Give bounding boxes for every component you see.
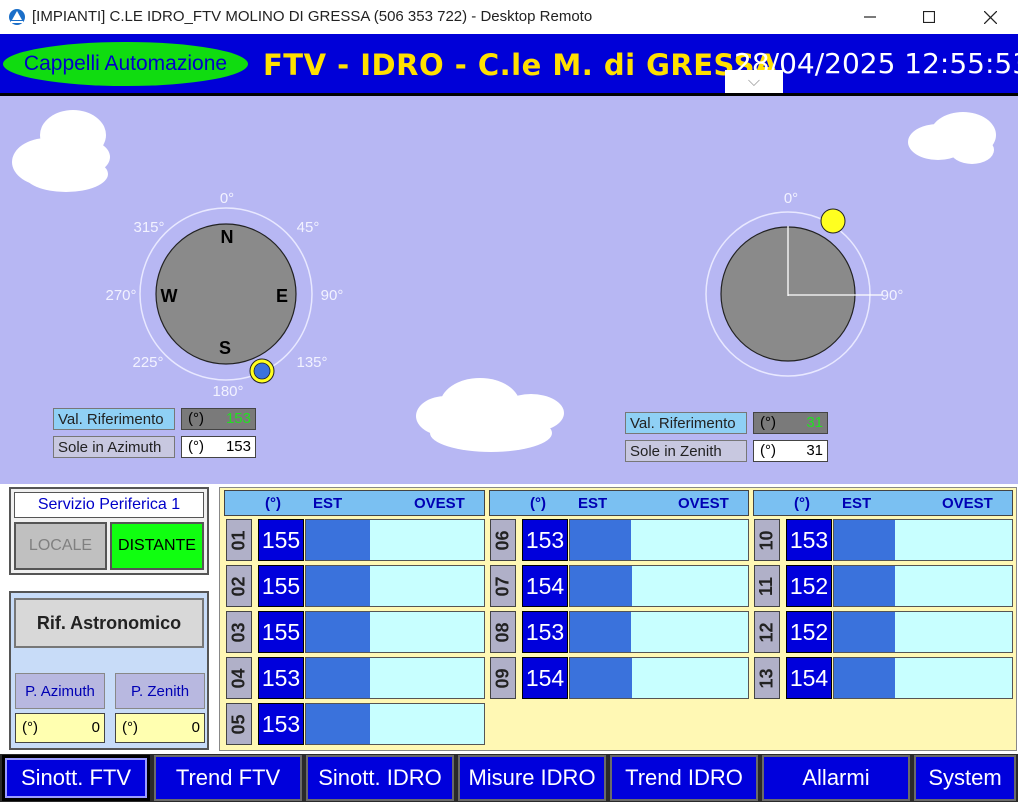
tracker-angle-value: 155 (258, 519, 304, 561)
compass-label-45: 45° (297, 219, 320, 236)
zenith-sun-label: Sole in Zenith (625, 440, 747, 462)
compass-label-315: 315° (133, 219, 164, 236)
tracker-angle-value: 153 (258, 657, 304, 699)
tracker-angle-value: 155 (258, 611, 304, 653)
sun-tracking-panel: 0° 45° 90° 135° 180° 225° 270° 315° N E … (0, 96, 1018, 484)
nav-trend-idro[interactable]: Trend IDRO (610, 755, 758, 801)
cardinal-n: N (221, 227, 234, 247)
compass-label-180: 180° (212, 383, 243, 400)
nav-misure-idro[interactable]: Misure IDRO (458, 755, 606, 801)
tracker-position-bar (305, 519, 485, 561)
plant-title: FTV - IDRO - C.le M. di GRESSA (263, 48, 778, 82)
azimuth-ref-label: Val. Riferimento (53, 408, 175, 430)
azimuth-compass: 0° 45° 90° 135° 180° 225° 270° 315° N E … (105, 190, 344, 400)
tracker-position-bar (569, 611, 749, 653)
tracker-position-bar (305, 703, 485, 745)
sun-azimuth-marker-icon (249, 358, 275, 384)
nav-sinott-ftv[interactable]: Sinott. FTV (2, 755, 150, 801)
service-title: Servizio Periferica 1 (14, 492, 204, 518)
azimuth-sun-label: Sole in Azimuth (53, 436, 175, 458)
compass-label-225: 225° (132, 354, 163, 371)
astronomic-panel: Rif. Astronomico P. Azimuth P. Zenith (°… (9, 591, 209, 750)
zenith-ref-value: (°) 31 (753, 412, 828, 434)
azimuth-sun-value: (°) 153 (181, 436, 256, 458)
app-header: Cappelli Automazione FTV - IDRO - C.le M… (0, 34, 1018, 96)
cardinal-w: W (161, 286, 178, 306)
control-area: Servizio Periferica 1 LOCALE DISTANTE Ri… (0, 484, 1018, 754)
zenith-label-90: 90° (881, 287, 904, 304)
tracker-column-header: (°) EST OVEST (489, 490, 749, 516)
maximize-icon[interactable] (899, 0, 959, 34)
tracker-angle-value: 152 (786, 611, 832, 653)
tracker-angle-value: 153 (786, 519, 832, 561)
tracker-position-bar (569, 657, 749, 699)
compass-label-135: 135° (296, 354, 327, 371)
distante-button[interactable]: DISTANTE (110, 522, 204, 570)
chevron-down-icon[interactable]: ⌵ (725, 70, 783, 93)
locale-button[interactable]: LOCALE (14, 522, 107, 570)
p-azimuth-input[interactable]: (°) 0 (15, 713, 105, 743)
tracker-position-bar (833, 519, 1013, 561)
tracker-column-header: (°) EST OVEST (224, 490, 485, 516)
compass-label-0: 0° (220, 190, 234, 207)
nav-sinott-idro[interactable]: Sinott. IDRO (306, 755, 454, 801)
tracker-position-bar (305, 657, 485, 699)
zenith-ref-label: Val. Riferimento (625, 412, 747, 434)
nav-system[interactable]: System (914, 755, 1016, 801)
tracker-position-bar (305, 611, 485, 653)
service-panel: Servizio Periferica 1 LOCALE DISTANTE (9, 487, 209, 575)
tracker-angle-value: 153 (522, 611, 568, 653)
p-zenith-label: P. Zenith (115, 673, 205, 709)
rif-astronomico-button[interactable]: Rif. Astronomico (14, 598, 204, 648)
nav-allarmi[interactable]: Allarmi (762, 755, 910, 801)
tracker-column-header: (°) EST OVEST (753, 490, 1013, 516)
tracker-angle-value: 155 (258, 565, 304, 607)
tracker-position-bar (833, 657, 1013, 699)
tracker-angle-value: 153 (522, 519, 568, 561)
window-title: [IMPIANTI] C.LE IDRO_FTV MOLINO DI GRESS… (32, 8, 593, 25)
tracker-angle-value: 152 (786, 565, 832, 607)
zenith-dial: 0° 90° (705, 190, 904, 377)
nav-trend-ftv[interactable]: Trend FTV (154, 755, 302, 801)
tracker-angle-value: 153 (258, 703, 304, 745)
compass-label-270: 270° (105, 287, 136, 304)
window-titlebar: [IMPIANTI] C.LE IDRO_FTV MOLINO DI GRESS… (0, 0, 1018, 34)
zenith-sun-value: (°) 31 (753, 440, 828, 462)
p-zenith-input[interactable]: (°) 0 (115, 713, 205, 743)
cardinal-e: E (276, 286, 288, 306)
tracker-position-bar (569, 519, 749, 561)
tracker-angle-value: 154 (522, 565, 568, 607)
tracker-angle-value: 154 (522, 657, 568, 699)
azimuth-ref-value: (°) 153 (181, 408, 256, 430)
company-logo: Cappelli Automazione (3, 42, 248, 86)
tracker-position-bar (833, 565, 1013, 607)
close-icon[interactable] (960, 0, 1018, 34)
bottom-nav: Sinott. FTV Trend FTV Sinott. IDRO Misur… (0, 754, 1018, 802)
tracker-position-bar (833, 611, 1013, 653)
sun-zenith-marker-icon (820, 208, 846, 234)
remote-desktop-icon (9, 9, 25, 25)
compass-label-90: 90° (321, 287, 344, 304)
zenith-label-0: 0° (784, 190, 798, 207)
tracker-position-bar (569, 565, 749, 607)
p-azimuth-label: P. Azimuth (15, 673, 105, 709)
minimize-icon[interactable] (840, 0, 900, 34)
cardinal-s: S (219, 338, 231, 358)
tracker-angle-value: 154 (786, 657, 832, 699)
tracker-position-bar (305, 565, 485, 607)
